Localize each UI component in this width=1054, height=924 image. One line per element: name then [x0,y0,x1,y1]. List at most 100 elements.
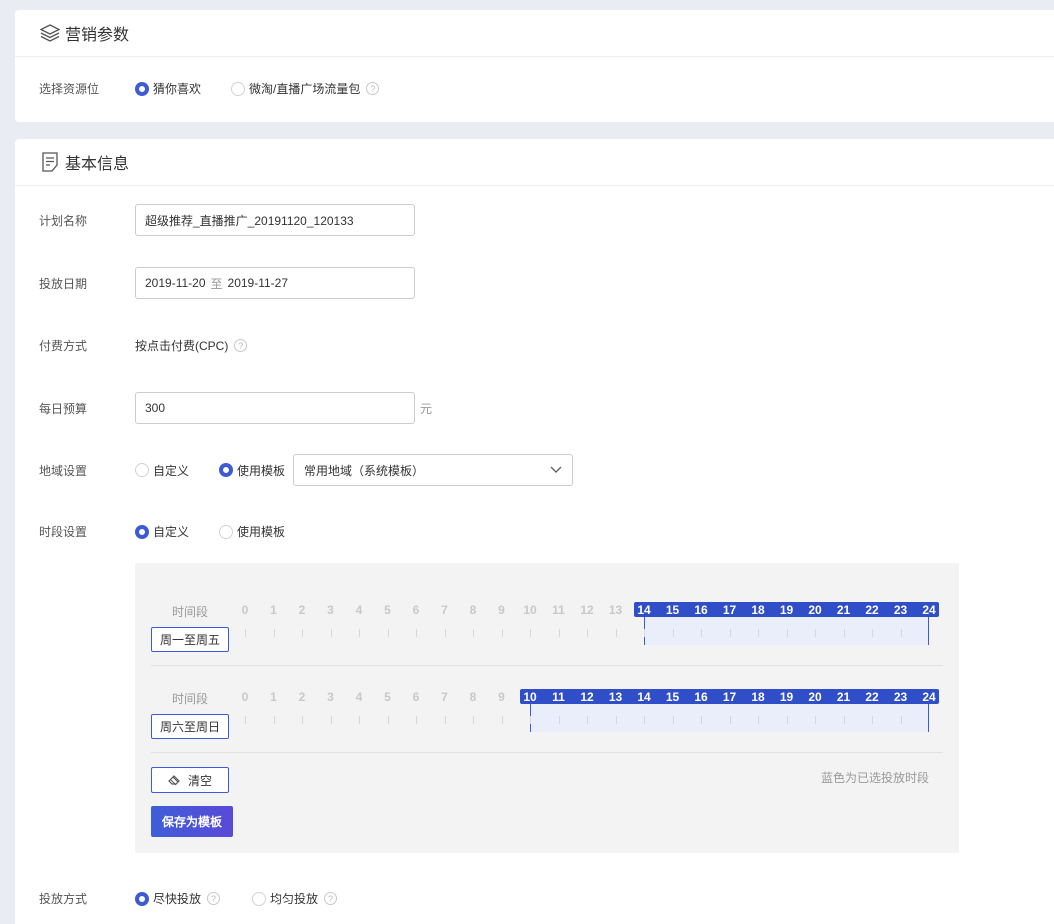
hour-tick[interactable] [273,716,275,724]
divider [151,752,943,753]
hour-tick[interactable] [558,716,560,724]
hour-tick[interactable] [587,716,588,724]
radio-dot [219,524,234,539]
radio-region-template[interactable]: 使用模板 [219,462,285,479]
date-label: 投放日期 [39,276,88,291]
hour-tick[interactable] [843,716,845,724]
hour-tick[interactable] [900,629,902,637]
radio-dot [135,891,149,906]
budget-input[interactable]: 300 [135,392,415,424]
hour-label: 22 [865,690,879,704]
marketing-card: 营销参数 选择资源位 猜你喜欢 微淘/直播广场流量包 ? [15,10,1054,122]
hour-tick[interactable] [473,629,474,637]
radio-weitao-live[interactable]: 微淘/直播广场流量包 [231,80,360,97]
hour-label: 19 [779,603,794,617]
hour-tick[interactable] [644,629,645,637]
hour-label: 10 [523,690,537,704]
hour-tick[interactable] [786,629,788,637]
clear-button[interactable]: 清空 [151,767,229,793]
chevron-down-icon [550,463,562,477]
hour-tick[interactable] [587,629,588,637]
radio-delivery-even[interactable]: 均匀投放 [252,890,318,907]
hour-label: 4 [355,690,363,704]
hour-tick[interactable] [245,716,246,724]
weekday-button[interactable]: 周一至周五 [151,627,230,652]
date-range-input[interactable]: 2019-11-20 至 2019-11-27 [135,267,415,299]
weekend-button[interactable]: 周六至周日 [151,714,230,739]
region-label: 地域设置 [39,463,88,478]
hour-label: 16 [694,690,708,704]
hour-tick[interactable] [530,629,531,637]
plan-name-input[interactable]: 超级推荐_直播推广_20191120_120133 [135,204,415,236]
hour-label: 23 [893,690,908,704]
hour-tick[interactable] [416,716,417,724]
radio-guess-you-like[interactable]: 猜你喜欢 [135,80,201,97]
save-template-button[interactable]: 保存为模板 [151,806,233,837]
layers-icon [39,22,61,44]
hour-label: 7 [441,690,448,704]
hour-tick[interactable] [872,716,873,724]
hour-tick[interactable] [900,716,902,724]
hour-tick[interactable] [473,716,474,724]
hour-tick[interactable] [302,716,303,724]
hour-label: 14 [637,603,651,617]
hour-tick[interactable] [615,716,617,724]
hour-tick[interactable] [758,629,759,637]
hour-tick[interactable] [330,716,332,724]
radio-delivery-fast[interactable]: 尽快投放 [135,890,201,907]
hour-label: 8 [469,603,477,617]
hour-tick[interactable] [729,716,731,724]
hour-tick[interactable] [273,629,275,637]
divider [151,665,943,666]
hour-tick[interactable] [815,716,816,724]
help-icon[interactable]: ? [234,339,248,352]
hour-label: 3 [327,690,334,704]
hour-tick[interactable] [245,629,246,637]
hour-tick[interactable] [444,629,446,637]
hour-tick[interactable] [815,629,816,637]
hour-tick[interactable] [387,716,389,724]
hour-tick[interactable] [843,629,845,637]
hour-label: 6 [412,603,420,617]
hour-tick[interactable] [701,629,702,637]
help-icon[interactable]: ? [324,892,338,905]
hour-tick[interactable] [872,629,873,637]
hour-tick[interactable] [786,716,788,724]
hour-tick[interactable] [672,716,674,724]
hour-label: 10 [523,603,537,617]
hour-label: 18 [751,603,765,617]
hour-tick[interactable] [558,629,560,637]
hour-tick[interactable] [359,716,360,724]
hour-label: 1 [270,603,277,617]
hour-label: 2 [298,690,306,704]
hour-label: 7 [441,603,448,617]
region-template-select[interactable]: 常用地域（系统模板） [293,454,574,486]
hour-tick[interactable] [701,716,702,724]
hour-tick[interactable] [530,716,531,724]
hour-tick[interactable] [501,716,503,724]
hour-tick[interactable] [672,629,674,637]
hour-tick[interactable] [729,629,731,637]
hour-tick[interactable] [416,629,417,637]
hour-tick[interactable] [302,629,303,637]
help-icon[interactable]: ? [366,82,380,95]
hour-tick[interactable] [615,629,617,637]
radio-time-template[interactable]: 使用模板 [219,523,285,540]
hour-label: 21 [836,603,851,617]
hour-tick[interactable] [644,716,645,724]
hour-label: 1 [270,690,277,704]
hour-tick[interactable] [387,629,389,637]
plan-name-row: 计划名称 超级推荐_直播推广_20191120_120133 [39,204,1054,236]
hour-label: 17 [722,690,737,704]
hour-tick[interactable] [501,629,503,637]
help-icon[interactable]: ? [207,892,221,905]
hour-tick[interactable] [359,629,360,637]
hour-label: 11 [552,690,565,704]
hour-tick[interactable] [444,716,446,724]
hour-tick[interactable] [330,629,332,637]
radio-time-custom[interactable]: 自定义 [135,523,189,540]
region-row: 地域设置 自定义 使用模板 常用地域（系统模板） [39,454,1054,486]
radio-region-custom[interactable]: 自定义 [135,462,189,479]
hour-tick[interactable] [758,716,759,724]
marketing-title: 营销参数 [65,27,130,44]
